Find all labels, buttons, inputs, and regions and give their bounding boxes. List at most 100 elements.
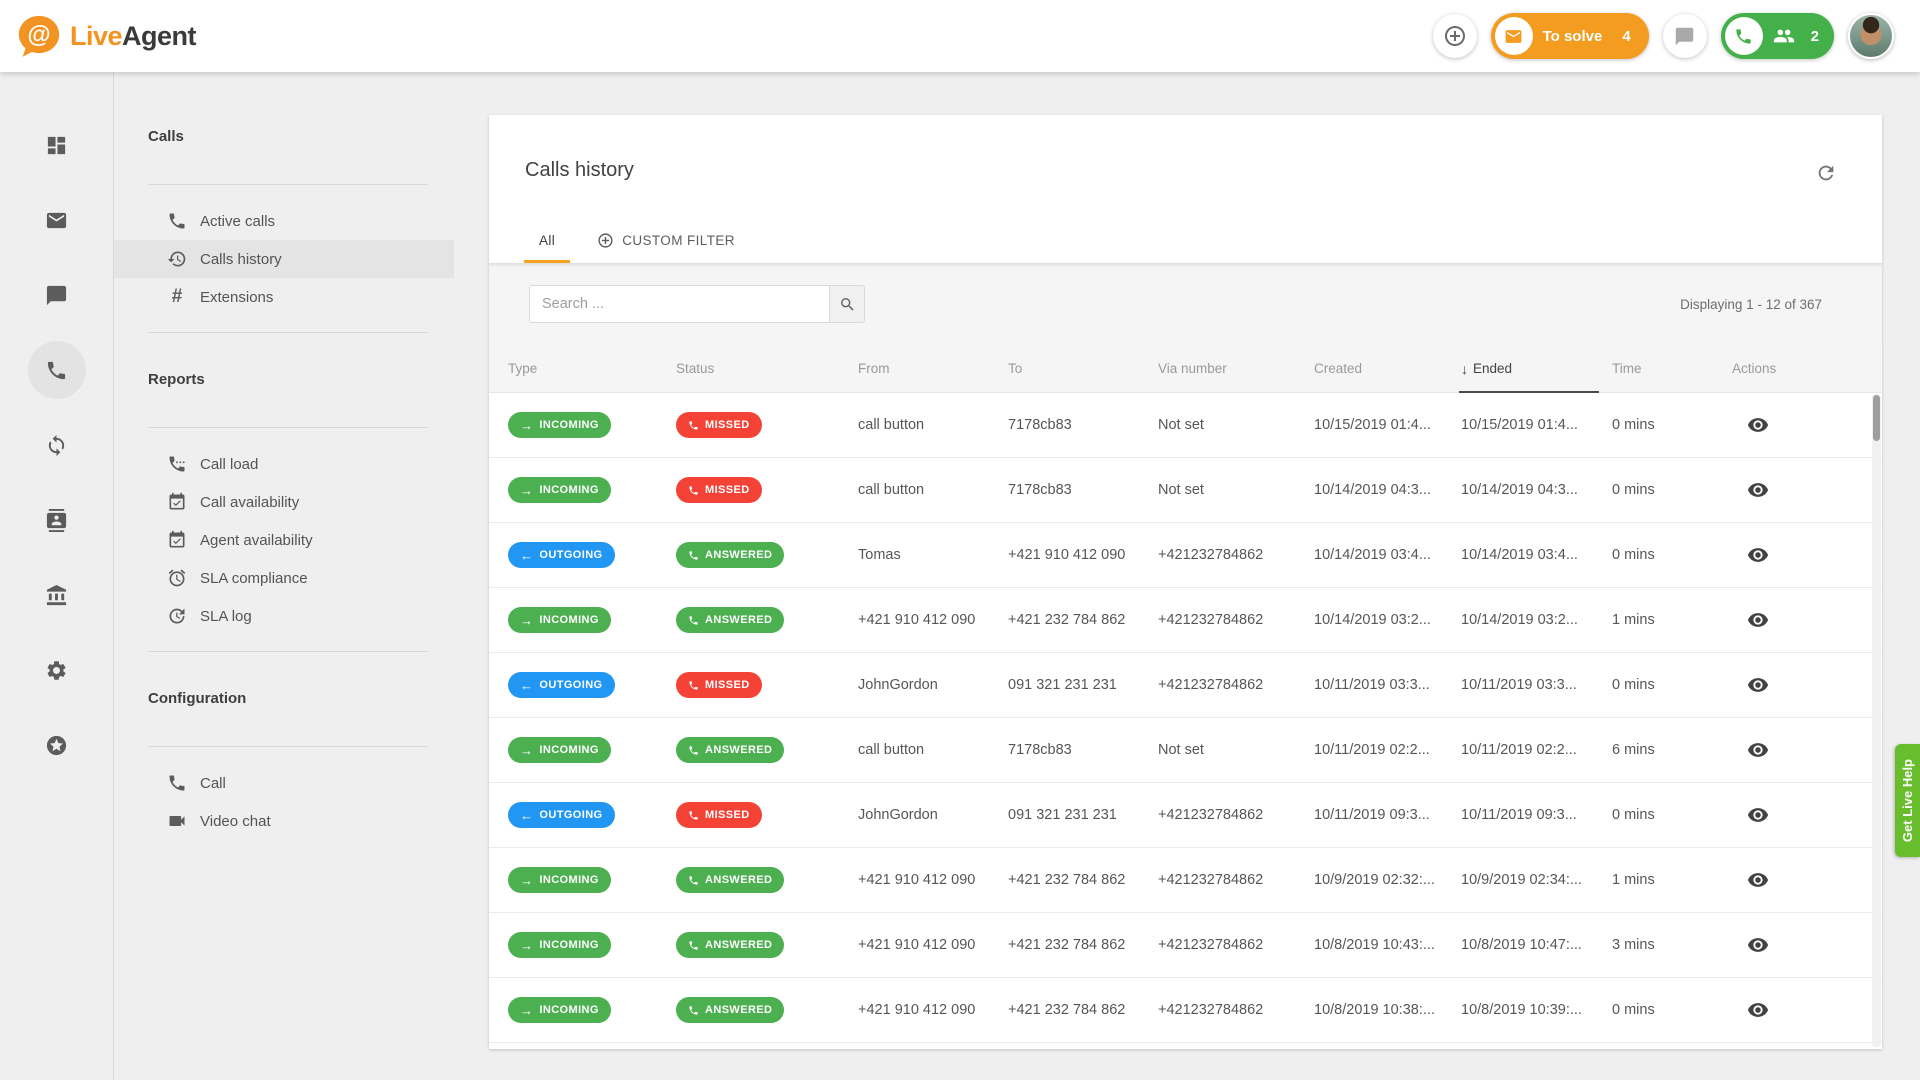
- add-new-button[interactable]: [1433, 14, 1477, 58]
- rail-mail-button[interactable]: [28, 191, 86, 249]
- to-solve-button[interactable]: To solve 4: [1491, 13, 1649, 59]
- column-header-actions[interactable]: Actions: [1732, 361, 1882, 376]
- phone-icon: [688, 485, 699, 496]
- sidebar-item-sla-log[interactable]: SLA log: [114, 597, 454, 635]
- sidebar-item-calls-history[interactable]: Calls history: [114, 240, 454, 278]
- user-avatar[interactable]: [1848, 13, 1894, 59]
- search-button[interactable]: [829, 285, 865, 323]
- view-call-button[interactable]: [1740, 602, 1776, 638]
- view-call-button[interactable]: [1740, 732, 1776, 768]
- rail-contacts-button[interactable]: [28, 491, 86, 549]
- rail-bank-button[interactable]: [28, 566, 86, 624]
- rail-dashboard-button[interactable]: [28, 116, 86, 174]
- column-header-status[interactable]: Status: [676, 361, 858, 376]
- divider: [148, 651, 428, 652]
- tab-all[interactable]: All: [524, 217, 570, 263]
- to-cell: +421 232 784 862: [1008, 872, 1158, 888]
- arrow-right-icon: →: [520, 1004, 533, 1017]
- table-row: ←OUTGOINGMISSEDJohnGordon091 321 231 231…: [489, 783, 1882, 848]
- arrow-left-icon: ←: [520, 549, 533, 562]
- from-cell: +421 910 412 090: [858, 872, 1008, 888]
- view-call-button[interactable]: [1740, 472, 1776, 508]
- column-header-type[interactable]: Type: [508, 361, 676, 376]
- sidebar-item-call-load[interactable]: Call load: [114, 445, 454, 483]
- sort-desc-icon: ↓: [1461, 361, 1468, 377]
- type-cell: ←OUTGOING: [508, 672, 676, 698]
- sidebar-item-active-calls[interactable]: Active calls: [114, 202, 454, 240]
- rail-settings-button[interactable]: [28, 641, 86, 699]
- rail-sync-button[interactable]: [28, 416, 86, 474]
- people-icon: [1773, 25, 1795, 47]
- get-live-help-tab[interactable]: Get Live Help: [1895, 744, 1920, 857]
- table-row: →INCOMINGMISSEDcall button7178cb83Not se…: [489, 458, 1882, 523]
- time-cell: 0 mins: [1612, 547, 1732, 563]
- sidebar-section-header: Calls: [114, 126, 454, 148]
- table-row: →INCOMINGANSWEREDcall button7178cb83Not …: [489, 718, 1882, 783]
- created-cell: 10/14/2019 04:3...: [1314, 482, 1461, 498]
- sidebar-item-label: Call availability: [200, 494, 299, 511]
- hash-icon: #: [167, 287, 187, 307]
- sidebar-item-sla-compliance[interactable]: SLA compliance: [114, 559, 454, 597]
- chats-button[interactable]: [1663, 14, 1707, 58]
- column-header-time[interactable]: Time: [1612, 361, 1732, 376]
- search-group: [529, 285, 865, 323]
- created-cell: 10/8/2019 10:43:...: [1314, 937, 1461, 953]
- status-cell: ANSWERED: [676, 607, 858, 633]
- column-header-to[interactable]: To: [1008, 361, 1158, 376]
- sidebar-item-call-availability[interactable]: Call availability: [114, 483, 454, 521]
- pagination-status: Displaying 1 - 12 of 367: [1680, 297, 1822, 312]
- column-header-from[interactable]: From: [858, 361, 1008, 376]
- to-cell: 7178cb83: [1008, 742, 1158, 758]
- column-header-created[interactable]: Created: [1314, 361, 1461, 376]
- sidebar-item-call[interactable]: Call: [114, 764, 454, 802]
- sidebar-item-agent-availability[interactable]: Agent availability: [114, 521, 454, 559]
- divider: [148, 332, 428, 333]
- status-badge: MISSED: [676, 412, 762, 438]
- update-icon: [167, 606, 187, 626]
- view-call-button[interactable]: [1740, 862, 1776, 898]
- type-badge: →INCOMING: [508, 477, 611, 503]
- sidebar-item-extensions[interactable]: #Extensions: [114, 278, 454, 316]
- rail-chat-button[interactable]: [28, 266, 86, 324]
- type-cell: →INCOMING: [508, 932, 676, 958]
- sidebar-item-label: Video chat: [200, 813, 271, 830]
- refresh-button[interactable]: [1808, 155, 1844, 191]
- search-input[interactable]: [529, 285, 829, 323]
- table-row: ←OUTGOINGMISSEDJohnGordon091 321 231 231…: [489, 653, 1882, 718]
- topbar-actions: To solve 4 2: [1433, 13, 1894, 59]
- ended-cell: 10/11/2019 03:3...: [1461, 677, 1612, 693]
- rail-star-button[interactable]: [28, 716, 86, 774]
- view-call-button[interactable]: [1740, 537, 1776, 573]
- view-call-button[interactable]: [1740, 992, 1776, 1028]
- phone-icon: [1734, 27, 1753, 46]
- created-cell: 10/11/2019 03:3...: [1314, 677, 1461, 693]
- created-cell: 10/11/2019 02:2...: [1314, 742, 1461, 758]
- created-cell: 10/14/2019 03:4...: [1314, 547, 1461, 563]
- ended-cell: 10/8/2019 10:47:...: [1461, 937, 1612, 953]
- column-header-via[interactable]: Via number: [1158, 361, 1314, 376]
- view-call-button[interactable]: [1740, 797, 1776, 833]
- time-cell: 0 mins: [1612, 807, 1732, 823]
- status-badge: MISSED: [676, 477, 762, 503]
- from-cell: Tomas: [858, 547, 1008, 563]
- add-circle-icon: [597, 232, 614, 249]
- view-call-button[interactable]: [1740, 407, 1776, 443]
- column-label: Type: [508, 361, 537, 376]
- created-cell: 10/9/2019 02:32:...: [1314, 872, 1461, 888]
- rail-phone-button[interactable]: [28, 341, 86, 399]
- tab-custom-filter[interactable]: CUSTOM FILTER: [582, 217, 750, 263]
- tabs: All CUSTOM FILTER: [524, 217, 750, 263]
- column-header-ended[interactable]: ↓Ended: [1461, 345, 1612, 392]
- phone-icon: [688, 420, 699, 431]
- view-call-button[interactable]: [1740, 667, 1776, 703]
- actions-cell: [1732, 407, 1882, 443]
- phone-icon: [167, 773, 187, 793]
- scrollbar-thumb[interactable]: [1873, 395, 1880, 441]
- active-calls-button[interactable]: 2: [1721, 13, 1834, 59]
- search-icon: [839, 296, 856, 313]
- time-cell: 1 mins: [1612, 612, 1732, 628]
- table-scrollbar[interactable]: [1872, 394, 1881, 1047]
- phone-icon: [688, 875, 699, 886]
- sidebar-item-video-chat[interactable]: Video chat: [114, 802, 454, 840]
- view-call-button[interactable]: [1740, 927, 1776, 963]
